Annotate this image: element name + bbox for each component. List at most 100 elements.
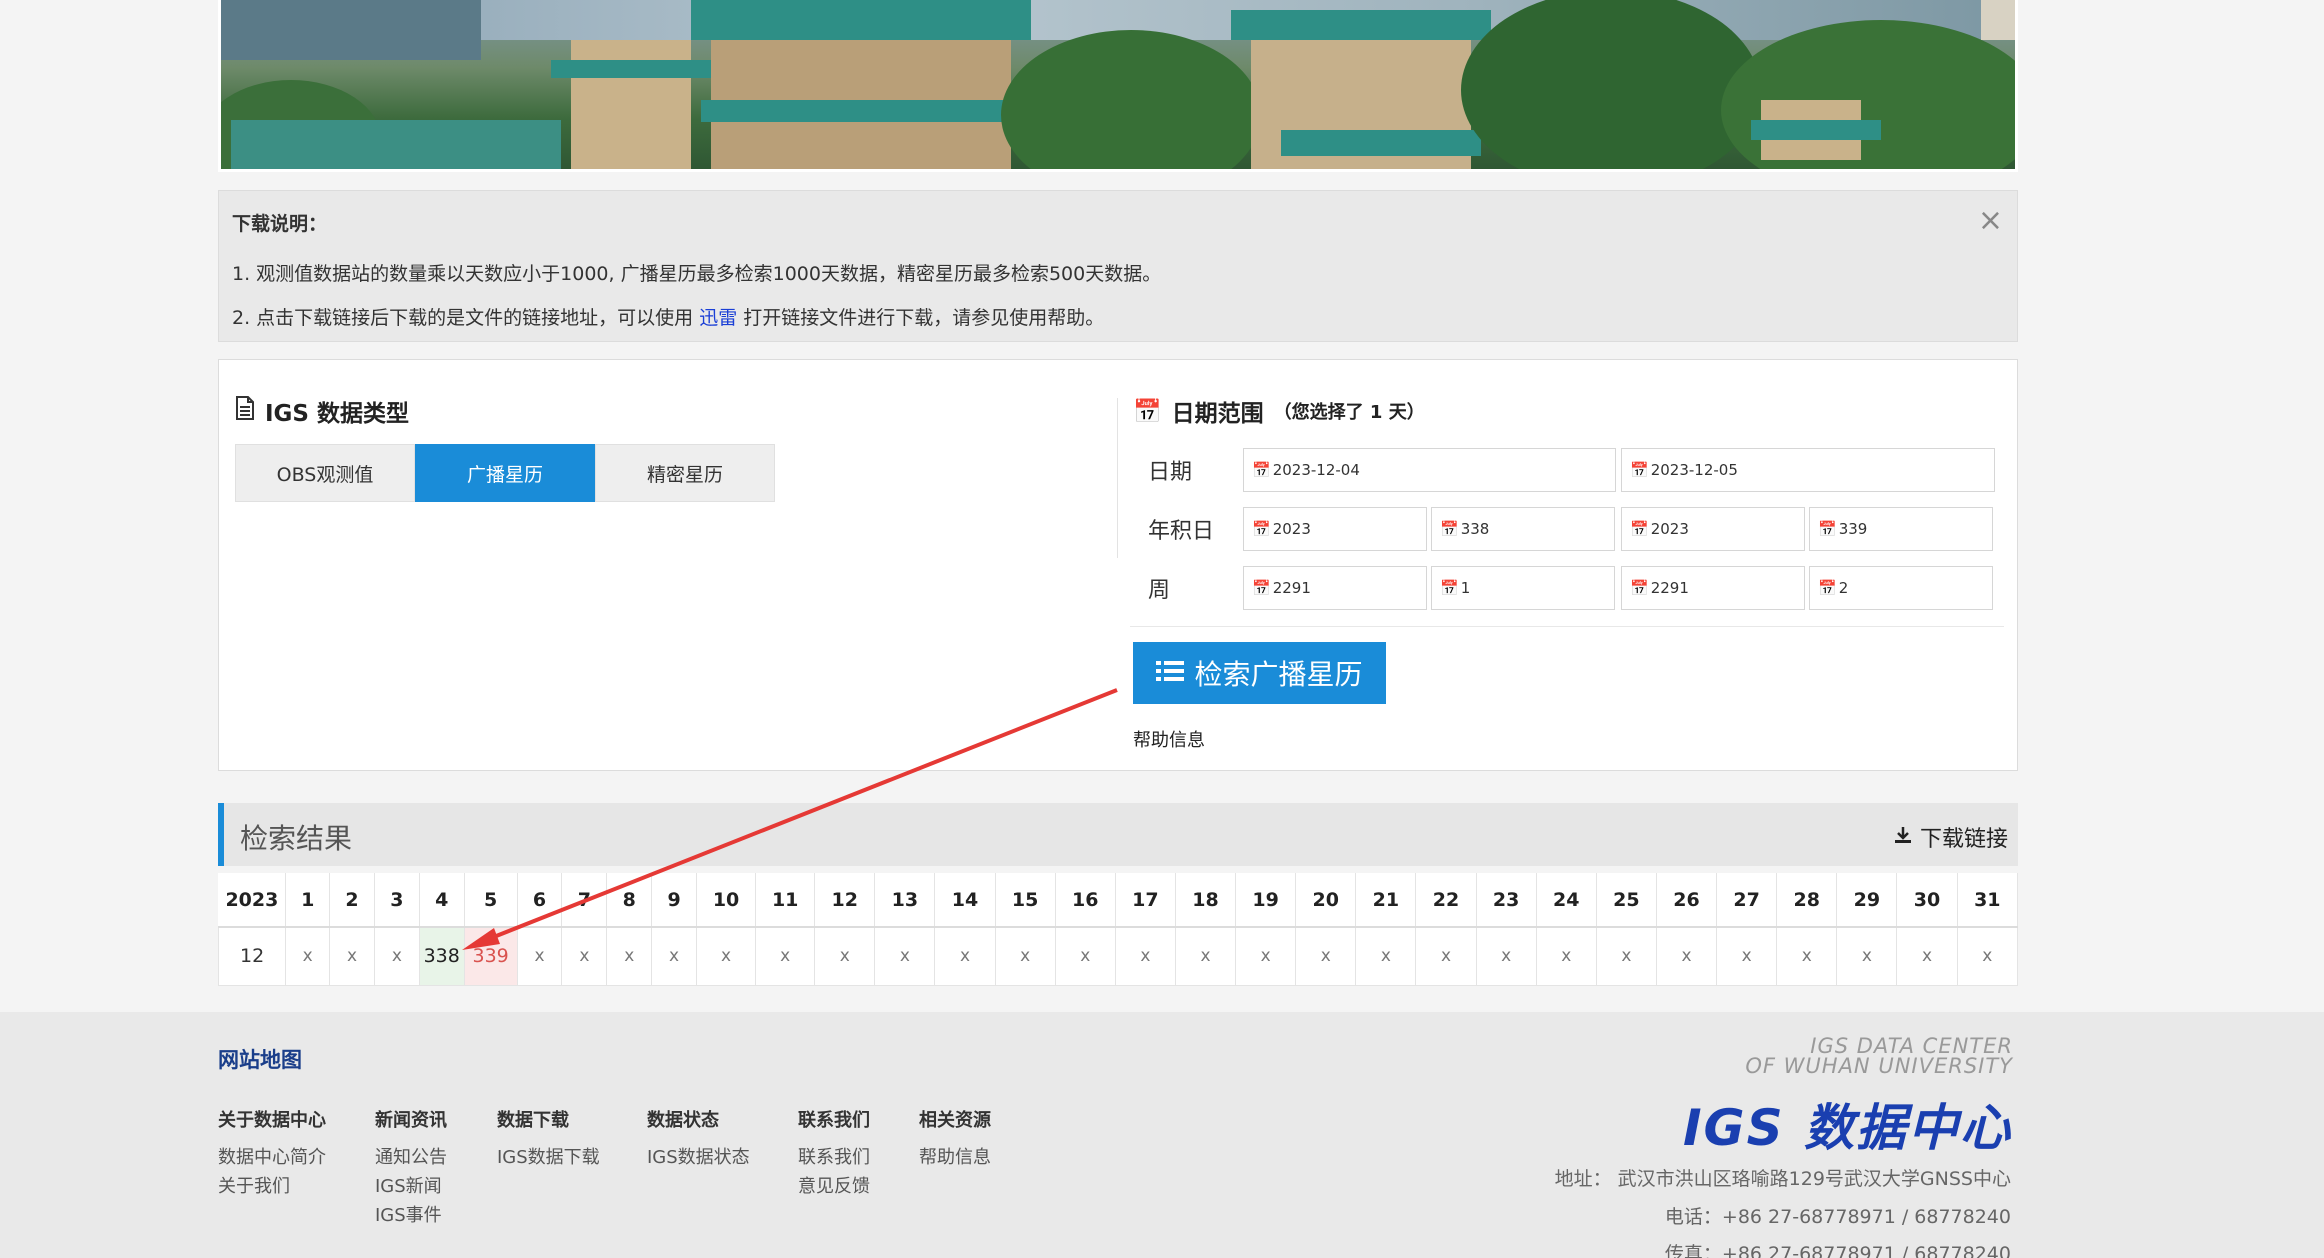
doy-start-day-input[interactable]: 📅 338: [1431, 507, 1615, 551]
notice-line-2-tail: 打开链接文件进行下载，请参见使用帮助。: [737, 307, 1105, 329]
doy-start-year-input[interactable]: 📅 2023: [1243, 507, 1427, 551]
day-header: 10: [696, 873, 757, 928]
day-cell: x: [651, 926, 697, 986]
download-links-label: 下载链接: [1919, 827, 2008, 852]
footer-link[interactable]: 帮助信息: [919, 1143, 991, 1172]
results-header: 检索结果 下载链接: [218, 803, 2018, 866]
search-button-label: 检索广播星历: [1194, 658, 1363, 691]
notice-title: 下载说明：: [232, 213, 328, 235]
footer-link[interactable]: 数据中心简介: [218, 1143, 326, 1172]
calendar-icon: 📅: [1630, 579, 1649, 597]
day-header: 14: [934, 873, 996, 928]
day-cell: x: [285, 926, 331, 986]
precise-ephemeris-button[interactable]: 精密星历: [595, 444, 775, 502]
brand-logo-english: IGS DATA CENTER OF WUHAN UNIVERSITY: [1745, 1034, 2013, 1077]
day-header: 29: [1836, 873, 1898, 928]
day-header: 19: [1235, 873, 1297, 928]
day-header: 5: [464, 873, 518, 928]
day-cell: x: [329, 926, 375, 986]
panel-divider: [1117, 398, 1118, 558]
year-header: 2023: [218, 873, 287, 928]
brand-logo: IGS 数据中心: [1682, 1099, 2012, 1157]
obs-button[interactable]: OBS观测值: [235, 444, 415, 502]
calendar-icon: 📅: [1818, 579, 1837, 597]
list-icon: [1156, 657, 1185, 690]
footer-col-title: 联系我们: [798, 1110, 870, 1131]
footer-col-title: 关于数据中心: [218, 1110, 326, 1131]
footer-link[interactable]: 关于我们: [218, 1172, 326, 1201]
notice-line-2: 2. 点击下载链接后下载的是文件的链接地址，可以使用 迅雷 打开链接文件进行下载…: [232, 303, 1104, 330]
day-header: 23: [1476, 873, 1537, 928]
day-cell-selected-end[interactable]: 339: [463, 926, 518, 986]
footer-link[interactable]: 意见反馈: [798, 1172, 870, 1201]
help-link[interactable]: 帮助信息: [1133, 726, 1205, 752]
footer-col-about: 关于数据中心 数据中心简介 关于我们: [218, 1106, 326, 1201]
calendar-icon: 📅: [1630, 461, 1649, 479]
search-broadcast-button[interactable]: 检索广播星历: [1133, 642, 1386, 704]
download-links-button[interactable]: 下载链接: [1894, 821, 2008, 853]
date-end-input[interactable]: 📅 2023-12-05: [1621, 448, 1995, 492]
day-header: 31: [1957, 873, 2019, 928]
results-title: 检索结果: [240, 823, 353, 854]
day-cell: x: [1956, 926, 2019, 986]
week-label: 周: [1148, 578, 1171, 603]
day-cell: x: [1836, 926, 1898, 986]
footer-address: 地址： 武汉市洪山区珞喻路129号武汉大学GNSS中心: [1554, 1168, 2011, 1190]
data-type-title: IGS 数据类型: [265, 401, 410, 427]
day-header: 6: [517, 873, 563, 928]
calendar-icon: 📅: [1630, 520, 1649, 538]
footer-col-news: 新闻资讯 通知公告 IGS新闻 IGS事件: [375, 1106, 447, 1230]
week-start-day-input[interactable]: 📅 1: [1431, 566, 1615, 610]
day-header: 24: [1536, 873, 1597, 928]
day-header: 17: [1115, 873, 1176, 928]
footer-link[interactable]: 通知公告: [375, 1143, 447, 1172]
footer-col-download: 数据下载 IGS数据下载: [497, 1106, 600, 1172]
day-cell: x: [1475, 926, 1537, 986]
doy-end-day-input[interactable]: 📅 339: [1809, 507, 1993, 551]
day-cell-selected-start[interactable]: 338: [418, 926, 465, 986]
doy-label: 年积日: [1148, 519, 1215, 544]
day-cell: x: [1776, 926, 1838, 986]
footer-link[interactable]: IGS数据下载: [497, 1143, 600, 1172]
day-cell: x: [994, 926, 1056, 986]
footer-col-resources: 相关资源 帮助信息: [919, 1106, 991, 1172]
footer-link[interactable]: IGS事件: [375, 1201, 447, 1230]
footer-col-title: 相关资源: [919, 1110, 991, 1131]
day-cell: x: [1295, 926, 1357, 986]
week-end-input[interactable]: 📅 2291: [1621, 566, 1805, 610]
day-header: 15: [995, 873, 1056, 928]
footer-col-status: 数据状态 IGS数据状态: [647, 1106, 750, 1172]
week-start-input[interactable]: 📅 2291: [1243, 566, 1427, 610]
broadcast-ephemeris-button[interactable]: 广播星历: [415, 444, 595, 502]
day-header: 20: [1295, 873, 1357, 928]
download-notice: 下载说明： 1. 观测值数据站的数量乘以天数应小于1000, 广播星历最多检索1…: [218, 190, 2018, 342]
footer-fax: 传真：+86 27-68778971 / 68778240: [1664, 1243, 2011, 1258]
footer-link[interactable]: 联系我们: [798, 1143, 870, 1172]
footer-col-title: 数据状态: [647, 1110, 719, 1131]
table-row: 12 x x x 338 339 x x x x x x x x x x x x x x x x x x x x x x x x x x: [217, 926, 2019, 986]
xunlei-link[interactable]: 迅雷: [699, 307, 737, 329]
day-cell: x: [1174, 926, 1237, 986]
footer-link[interactable]: IGS新闻: [375, 1172, 447, 1201]
day-cell: x: [934, 926, 996, 986]
date-start-input[interactable]: 📅 2023-12-04: [1243, 448, 1616, 492]
calendar-icon: 📅: [1440, 579, 1459, 597]
day-cell: x: [1355, 926, 1417, 986]
brand-en-line-1: IGS DATA CENTER: [1810, 1034, 2013, 1058]
day-cell: x: [606, 926, 653, 986]
day-cell: x: [1595, 926, 1657, 986]
data-type-buttons: OBS观测值 广播星历 精密星历: [235, 444, 775, 502]
week-end-day-input[interactable]: 📅 2: [1809, 566, 1993, 610]
day-header: 18: [1175, 873, 1237, 928]
notice-line-1: 1. 观测值数据站的数量乘以天数应小于1000, 广播星历最多检索1000天数据…: [232, 263, 1162, 285]
day-header: 3: [374, 873, 420, 928]
doy-end-year-input[interactable]: 📅 2023: [1621, 507, 1805, 551]
close-icon[interactable]: ×: [1978, 203, 2003, 238]
day-cell: x: [1535, 926, 1597, 986]
day-cell: x: [874, 926, 936, 986]
day-header: 1: [285, 873, 331, 928]
day-header: 11: [755, 873, 816, 928]
download-icon: [1894, 825, 1912, 850]
day-cell: x: [755, 926, 816, 986]
footer-link[interactable]: IGS数据状态: [647, 1143, 750, 1172]
